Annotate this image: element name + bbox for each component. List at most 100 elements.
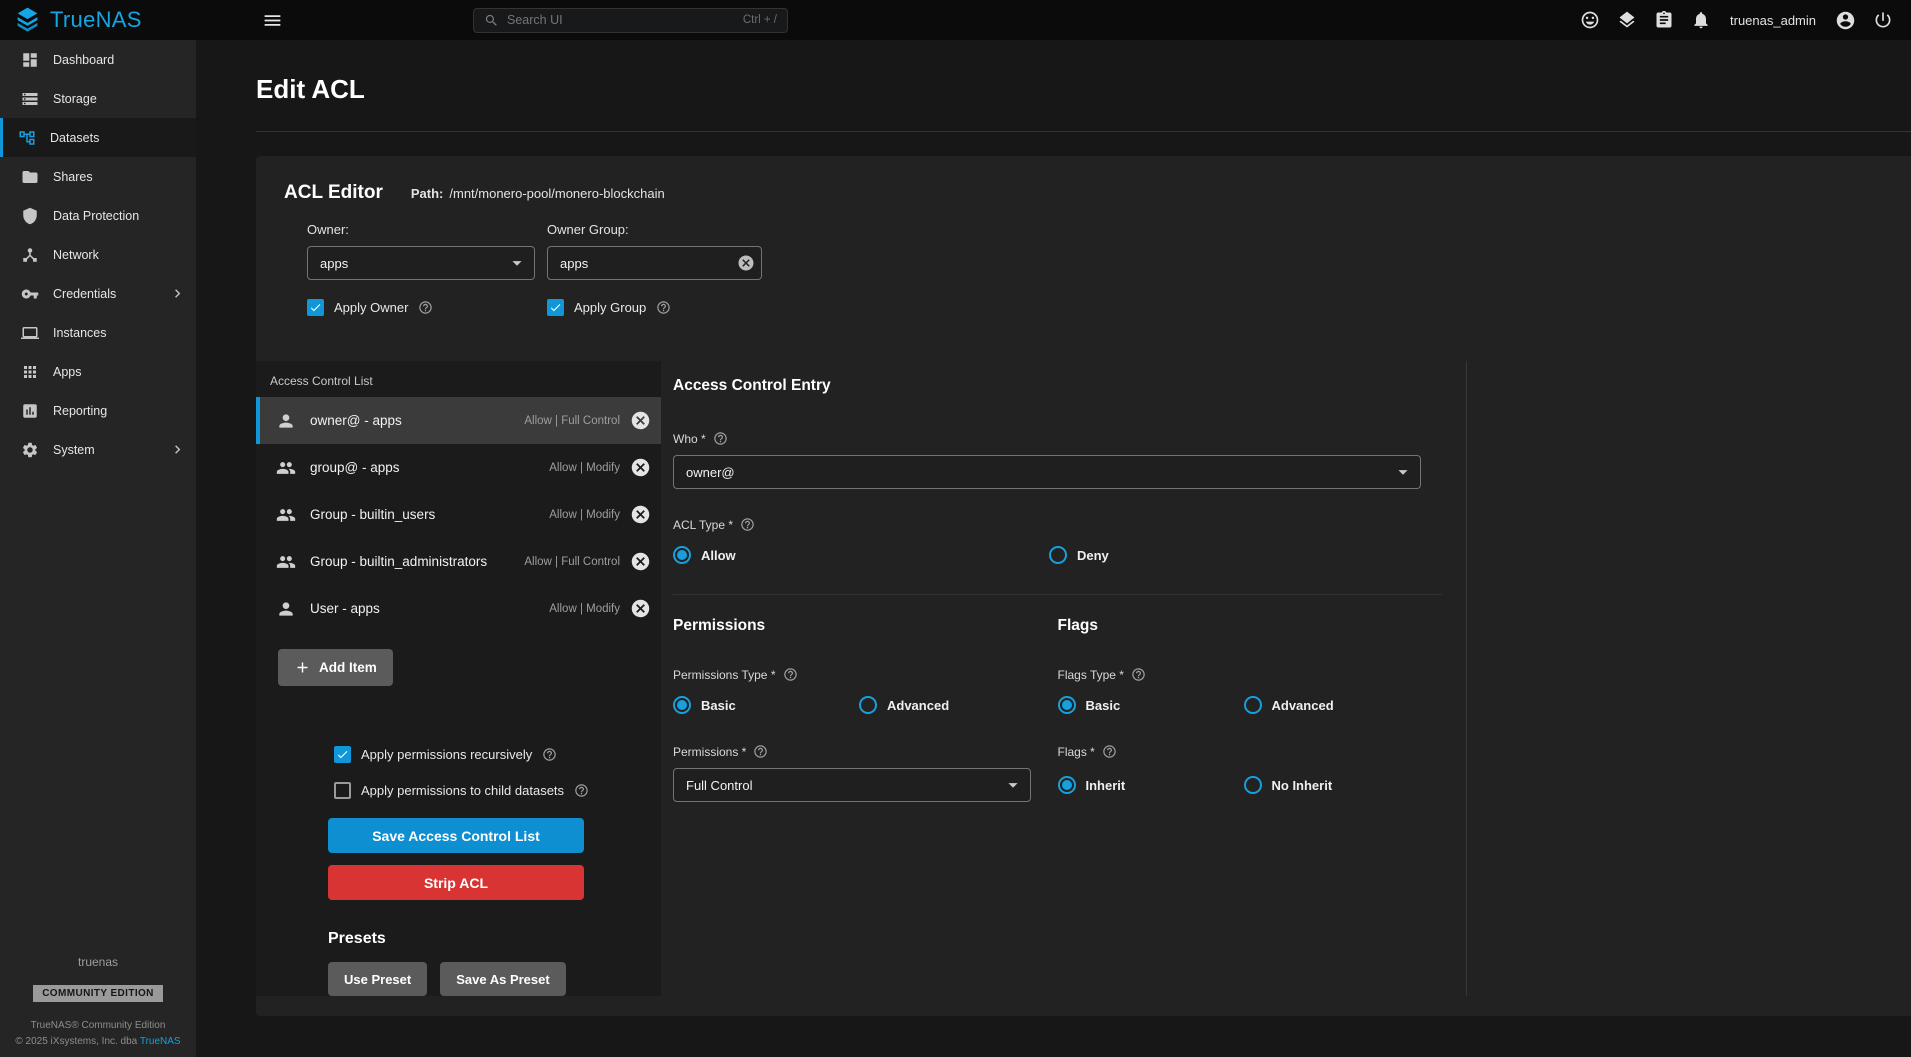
- people-icon: [276, 505, 296, 525]
- main-content: Edit ACL ACL Editor Path:/mnt/monero-poo…: [196, 40, 1911, 1057]
- remove-entry-icon[interactable]: [630, 410, 651, 431]
- path-value: /mnt/monero-pool/monero-blockchain: [449, 186, 664, 201]
- feedback-smiley-icon[interactable]: [1580, 10, 1600, 30]
- strip-acl-button[interactable]: Strip ACL: [328, 865, 584, 900]
- access-control-list-panel: Access Control List owner@ - apps Allow …: [256, 361, 661, 996]
- bar-chart-icon: [21, 402, 39, 420]
- search-box[interactable]: Ctrl + /: [473, 8, 788, 33]
- help-icon[interactable]: [783, 667, 798, 682]
- checkbox-unchecked-icon: [334, 782, 351, 799]
- help-icon[interactable]: [1131, 667, 1146, 682]
- shares-folder-icon: [21, 168, 39, 186]
- sidebar-item-dashboard[interactable]: Dashboard: [0, 40, 196, 79]
- title-divider: [256, 131, 1911, 132]
- sidebar-item-label: Network: [53, 248, 99, 262]
- radio-permissions-advanced[interactable]: Advanced: [859, 696, 949, 714]
- flags-title: Flags: [1058, 617, 1443, 635]
- radio-allow[interactable]: Allow: [673, 546, 1049, 564]
- radio-selected-icon: [1058, 696, 1076, 714]
- acl-editor-title: ACL Editor: [284, 182, 383, 204]
- owner-select[interactable]: apps: [307, 246, 535, 280]
- radio-deny[interactable]: Deny: [1049, 546, 1109, 564]
- sidebar-item-instances[interactable]: Instances: [0, 313, 196, 352]
- who-select[interactable]: owner@: [673, 455, 1421, 489]
- storage-icon: [21, 90, 39, 108]
- acl-entry-builtin-users[interactable]: Group - builtin_users Allow | Modify: [256, 491, 661, 538]
- dashboard-icon: [21, 51, 39, 69]
- radio-unselected-icon: [1049, 546, 1067, 564]
- chevron-down-icon: [506, 252, 528, 274]
- acl-list-title: Access Control List: [256, 361, 661, 397]
- acl-entry-builtin-administrators[interactable]: Group - builtin_administrators Allow | F…: [256, 538, 661, 585]
- permissions-title: Permissions: [673, 617, 1058, 635]
- radio-label: No Inherit: [1272, 778, 1333, 793]
- sidebar-item-label: Credentials: [53, 287, 116, 301]
- save-as-preset-button[interactable]: Save As Preset: [440, 962, 565, 996]
- use-preset-button[interactable]: Use Preset: [328, 962, 427, 996]
- add-item-button[interactable]: Add Item: [278, 649, 393, 686]
- tasks-clipboard-icon[interactable]: [1654, 10, 1674, 30]
- help-icon[interactable]: [713, 431, 728, 446]
- sidebar-item-apps[interactable]: Apps: [0, 352, 196, 391]
- radio-label: Allow: [701, 548, 736, 563]
- help-icon[interactable]: [418, 300, 433, 315]
- menu-icon[interactable]: [262, 10, 283, 31]
- sidebar-item-storage[interactable]: Storage: [0, 79, 196, 118]
- copyright-text: © 2025 iXsystems, Inc. dba: [15, 1036, 139, 1047]
- plus-icon: [294, 659, 311, 676]
- owner-group-label: Owner Group:: [547, 222, 787, 237]
- remove-entry-icon[interactable]: [630, 598, 651, 619]
- save-acl-button[interactable]: Save Access Control List: [328, 818, 584, 853]
- help-icon[interactable]: [656, 300, 671, 315]
- remove-entry-icon[interactable]: [630, 457, 651, 478]
- help-icon[interactable]: [1102, 744, 1117, 759]
- clear-input-icon[interactable]: [737, 254, 755, 272]
- apply-group-checkbox[interactable]: Apply Group: [547, 299, 787, 316]
- shield-icon: [21, 207, 39, 225]
- search-input[interactable]: [507, 13, 735, 27]
- permissions-select[interactable]: Full Control: [673, 768, 1031, 802]
- sidebar-item-credentials[interactable]: Credentials: [0, 274, 196, 313]
- apps-grid-icon: [21, 363, 39, 381]
- sidebar-item-system[interactable]: System: [0, 430, 196, 469]
- user-avatar-icon[interactable]: [1835, 10, 1856, 31]
- sidebar-item-datasets[interactable]: Datasets: [0, 118, 196, 157]
- truenas-logo[interactable]: TrueNAS: [0, 6, 196, 34]
- jobs-layers-icon[interactable]: [1617, 10, 1637, 30]
- power-icon[interactable]: [1873, 10, 1893, 30]
- flags-label: Flags *: [1058, 745, 1095, 759]
- sidebar-item-shares[interactable]: Shares: [0, 157, 196, 196]
- radio-no-inherit[interactable]: No Inherit: [1244, 776, 1333, 794]
- child-datasets-checkbox[interactable]: Apply permissions to child datasets: [334, 782, 661, 799]
- checkbox-checked-icon: [307, 299, 324, 316]
- acl-entry-group[interactable]: group@ - apps Allow | Modify: [256, 444, 661, 491]
- radio-selected-icon: [673, 696, 691, 714]
- sidebar-item-data-protection[interactable]: Data Protection: [0, 196, 196, 235]
- recursive-checkbox[interactable]: Apply permissions recursively: [334, 746, 661, 763]
- radio-selected-icon: [673, 546, 691, 564]
- section-divider: [673, 594, 1442, 595]
- sidebar-item-reporting[interactable]: Reporting: [0, 391, 196, 430]
- radio-inherit[interactable]: Inherit: [1058, 776, 1244, 794]
- acl-entry-owner[interactable]: owner@ - apps Allow | Full Control: [256, 397, 661, 444]
- radio-flags-advanced[interactable]: Advanced: [1244, 696, 1334, 714]
- apply-owner-checkbox[interactable]: Apply Owner: [307, 299, 547, 316]
- key-icon: [21, 285, 39, 303]
- alerts-bell-icon[interactable]: [1691, 10, 1711, 30]
- help-icon[interactable]: [542, 747, 557, 762]
- owner-label: Owner:: [307, 222, 547, 237]
- radio-flags-basic[interactable]: Basic: [1058, 696, 1244, 714]
- owner-group-value: apps: [560, 256, 737, 271]
- search-icon: [484, 13, 499, 28]
- truenas-link[interactable]: TrueNAS: [140, 1036, 181, 1047]
- radio-permissions-basic[interactable]: Basic: [673, 696, 859, 714]
- sidebar-item-network[interactable]: Network: [0, 235, 196, 274]
- help-icon[interactable]: [753, 744, 768, 759]
- acl-entry-user-apps[interactable]: User - apps Allow | Modify: [256, 585, 661, 632]
- who-value: owner@: [686, 465, 1392, 480]
- remove-entry-icon[interactable]: [630, 504, 651, 525]
- remove-entry-icon[interactable]: [630, 551, 651, 572]
- help-icon[interactable]: [740, 517, 755, 532]
- owner-group-input[interactable]: apps: [547, 246, 762, 280]
- help-icon[interactable]: [574, 783, 589, 798]
